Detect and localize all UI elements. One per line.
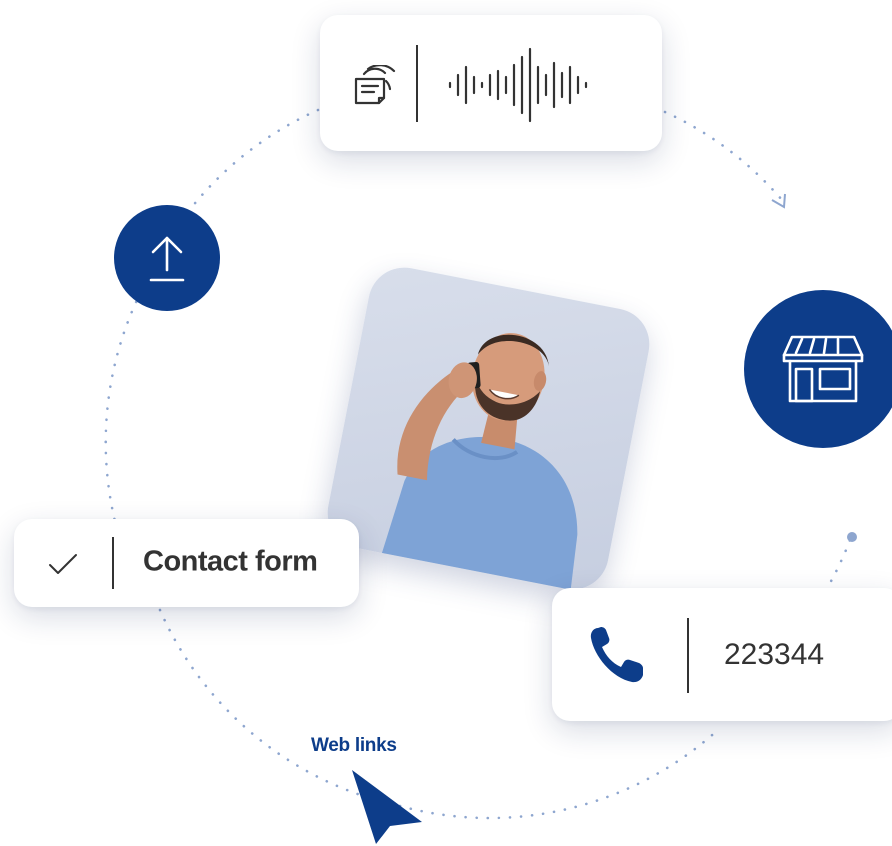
checkmark-icon — [49, 554, 77, 574]
connector-arrowhead-icon — [771, 193, 786, 209]
web-links-label[interactable]: Web links — [311, 735, 397, 757]
audio-card-divider — [416, 45, 418, 122]
phone-card-divider — [687, 618, 689, 693]
transcript-icon — [354, 65, 396, 105]
phone-icon — [590, 627, 643, 683]
contact-form-label: Contact form — [143, 545, 318, 578]
audio-waveform-icon — [448, 47, 588, 123]
upload-button[interactable] — [114, 205, 220, 311]
upload-icon — [149, 236, 185, 282]
man-on-phone-photo — [321, 261, 656, 596]
phone-card[interactable] — [552, 588, 892, 721]
contact-card-divider — [112, 537, 114, 589]
storefront-button[interactable] — [744, 290, 892, 448]
audio-card — [320, 15, 662, 151]
storefront-icon — [782, 335, 864, 403]
cursor-arrow-icon — [352, 770, 422, 844]
phone-number: 223344 — [724, 638, 825, 671]
connector-end-dot — [847, 532, 857, 542]
